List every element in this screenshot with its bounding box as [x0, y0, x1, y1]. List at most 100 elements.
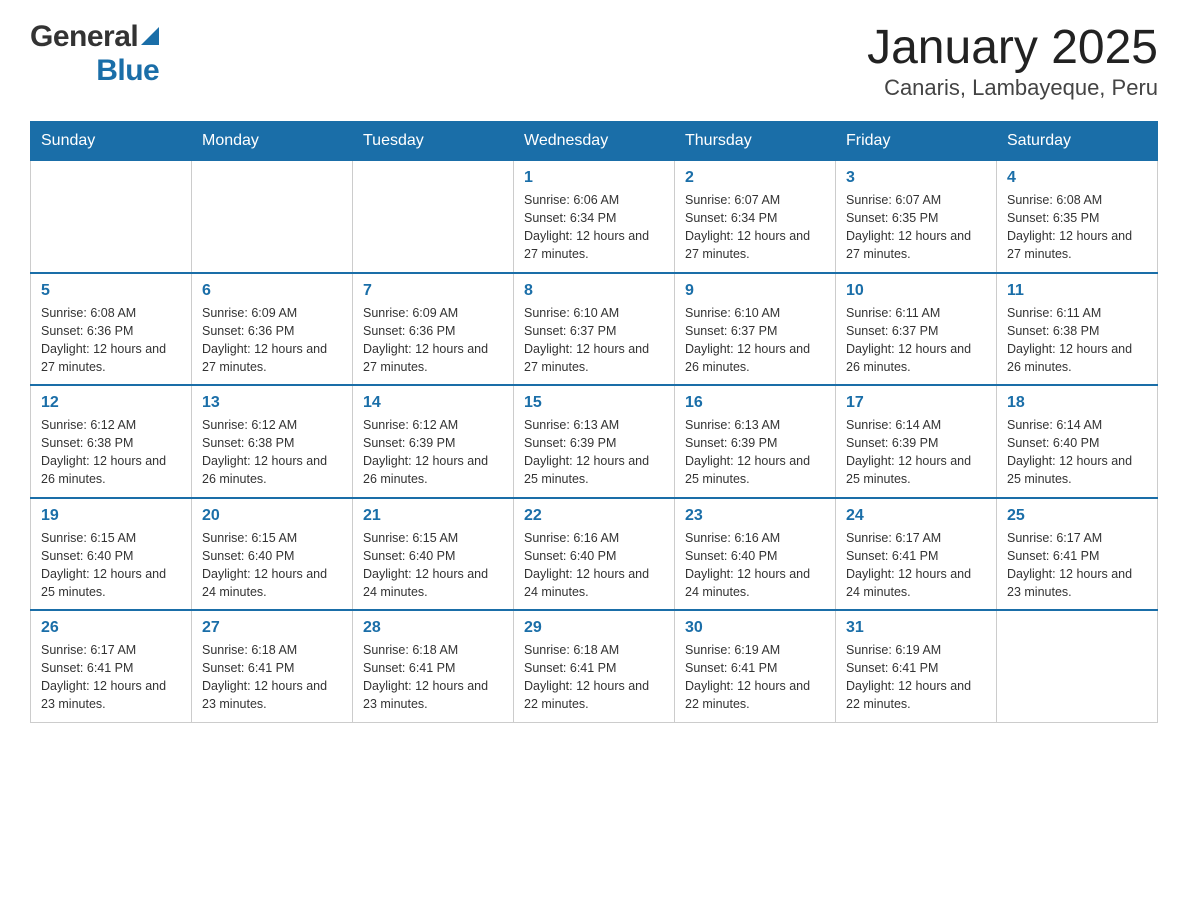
calendar-day-12: 12 Sunrise: 6:12 AM Sunset: 6:38 PM Dayli… — [31, 385, 192, 498]
day-info: Sunrise: 6:12 AM Sunset: 6:39 PM Dayligh… — [363, 416, 503, 489]
calendar-empty-cell — [192, 161, 353, 273]
day-number: 14 — [363, 394, 503, 412]
logo: General Blue — [30, 20, 159, 88]
day-number: 15 — [524, 394, 664, 412]
calendar-day-18: 18Sunrise: 6:14 AM Sunset: 6:40 PM Dayli… — [997, 385, 1158, 498]
calendar-table: SundayMondayTuesdayWednesdayThursdayFrid… — [30, 121, 1158, 723]
title-block: January 2025 Canaris, Lambayeque, Peru — [867, 20, 1158, 101]
logo-general-text: General — [30, 20, 138, 54]
day-number: 24 — [846, 507, 986, 525]
day-number: 25 — [1007, 507, 1147, 525]
day-number: 11 — [1007, 282, 1147, 300]
calendar-day-26: 26 Sunrise: 6:17 AM Sunset: 6:41 PM Dayli… — [31, 610, 192, 722]
day-info: Sunrise: 6:12 AM Sunset: 6:38 PM Dayligh… — [41, 416, 181, 489]
day-info: Sunrise: 6:18 AM Sunset: 6:41 PM Dayligh… — [202, 641, 342, 714]
day-header-thursday: Thursday — [675, 122, 836, 161]
calendar-day-25: 25 Sunrise: 6:17 AM Sunset: 6:41 PM Dayli… — [997, 498, 1158, 611]
day-number: 29 — [524, 619, 664, 637]
day-info: Sunrise: 6:07 AM Sunset: 6:34 PM Dayligh… — [685, 191, 825, 264]
day-number: 21 — [363, 507, 503, 525]
day-info: Sunrise: 6:11 AM Sunset: 6:38 PM Dayligh… — [1007, 304, 1147, 377]
day-info: Sunrise: 6:06 AM Sunset: 6:34 PM Dayligh… — [524, 191, 664, 264]
calendar-week-1: 1 Sunrise: 6:06 AM Sunset: 6:34 PM Daylig… — [31, 161, 1158, 273]
calendar-day-15: 15 Sunrise: 6:13 AM Sunset: 6:39 PM Dayli… — [514, 385, 675, 498]
calendar-day-2: 2 Sunrise: 6:07 AM Sunset: 6:34 PM Daylig… — [675, 161, 836, 273]
day-number: 26 — [41, 619, 181, 637]
day-info: Sunrise: 6:19 AM Sunset: 6:41 PM Dayligh… — [685, 641, 825, 714]
calendar-week-2: 5 Sunrise: 6:08 AM Sunset: 6:36 PM Daylig… — [31, 273, 1158, 386]
day-number: 5 — [41, 282, 181, 300]
day-header-tuesday: Tuesday — [353, 122, 514, 161]
day-info: Sunrise: 6:13 AM Sunset: 6:39 PM Dayligh… — [524, 416, 664, 489]
day-info: Sunrise: 6:09 AM Sunset: 6:36 PM Dayligh… — [202, 304, 342, 377]
day-number: 20 — [202, 507, 342, 525]
calendar-week-3: 12 Sunrise: 6:12 AM Sunset: 6:38 PM Dayli… — [31, 385, 1158, 498]
day-info: Sunrise: 6:07 AM Sunset: 6:35 PM Dayligh… — [846, 191, 986, 264]
day-info: Sunrise: 6:09 AM Sunset: 6:36 PM Dayligh… — [363, 304, 503, 377]
day-info: Sunrise: 6:10 AM Sunset: 6:37 PM Dayligh… — [685, 304, 825, 377]
calendar-day-28: 28Sunrise: 6:18 AM Sunset: 6:41 PM Dayli… — [353, 610, 514, 722]
calendar-day-6: 6 Sunrise: 6:09 AM Sunset: 6:36 PM Daylig… — [192, 273, 353, 386]
day-number: 27 — [202, 619, 342, 637]
calendar-day-8: 8 Sunrise: 6:10 AM Sunset: 6:37 PM Daylig… — [514, 273, 675, 386]
day-info: Sunrise: 6:18 AM Sunset: 6:41 PM Dayligh… — [363, 641, 503, 714]
day-number: 12 — [41, 394, 181, 412]
day-number: 2 — [685, 169, 825, 187]
day-info: Sunrise: 6:12 AM Sunset: 6:38 PM Dayligh… — [202, 416, 342, 489]
calendar-day-14: 14 Sunrise: 6:12 AM Sunset: 6:39 PM Dayli… — [353, 385, 514, 498]
calendar-empty-cell — [353, 161, 514, 273]
day-info: Sunrise: 6:16 AM Sunset: 6:40 PM Dayligh… — [524, 529, 664, 602]
day-number: 13 — [202, 394, 342, 412]
day-header-sunday: Sunday — [31, 122, 192, 161]
day-info: Sunrise: 6:19 AM Sunset: 6:41 PM Dayligh… — [846, 641, 986, 714]
day-info: Sunrise: 6:15 AM Sunset: 6:40 PM Dayligh… — [41, 529, 181, 602]
calendar-empty-cell — [997, 610, 1158, 722]
page-header: General Blue January 2025 Canaris, Lamba… — [30, 20, 1158, 101]
calendar-day-27: 27 Sunrise: 6:18 AM Sunset: 6:41 PM Dayli… — [192, 610, 353, 722]
calendar-day-1: 1 Sunrise: 6:06 AM Sunset: 6:34 PM Daylig… — [514, 161, 675, 273]
calendar-day-11: 11 Sunrise: 6:11 AM Sunset: 6:38 PM Dayli… — [997, 273, 1158, 386]
logo-blue-text: Blue — [96, 54, 159, 88]
calendar-day-4: 4 Sunrise: 6:08 AM Sunset: 6:35 PM Daylig… — [997, 161, 1158, 273]
calendar-day-17: 17 Sunrise: 6:14 AM Sunset: 6:39 PM Dayli… — [836, 385, 997, 498]
day-header-wednesday: Wednesday — [514, 122, 675, 161]
day-number: 8 — [524, 282, 664, 300]
day-info: Sunrise: 6:14 AM Sunset: 6:39 PM Dayligh… — [846, 416, 986, 489]
day-number: 31 — [846, 619, 986, 637]
day-number: 30 — [685, 619, 825, 637]
page-subtitle: Canaris, Lambayeque, Peru — [867, 75, 1158, 101]
day-info: Sunrise: 6:17 AM Sunset: 6:41 PM Dayligh… — [1007, 529, 1147, 602]
calendar-day-23: 23Sunrise: 6:16 AM Sunset: 6:40 PM Dayli… — [675, 498, 836, 611]
day-info: Sunrise: 6:10 AM Sunset: 6:37 PM Dayligh… — [524, 304, 664, 377]
day-number: 18 — [1007, 394, 1147, 412]
calendar-header-row: SundayMondayTuesdayWednesdayThursdayFrid… — [31, 122, 1158, 161]
calendar-day-3: 3 Sunrise: 6:07 AM Sunset: 6:35 PM Daylig… — [836, 161, 997, 273]
day-info: Sunrise: 6:15 AM Sunset: 6:40 PM Dayligh… — [363, 529, 503, 602]
day-info: Sunrise: 6:17 AM Sunset: 6:41 PM Dayligh… — [846, 529, 986, 602]
logo-triangle-icon — [141, 27, 159, 45]
day-number: 3 — [846, 169, 986, 187]
calendar-day-21: 21 Sunrise: 6:15 AM Sunset: 6:40 PM Dayli… — [353, 498, 514, 611]
calendar-day-30: 30 Sunrise: 6:19 AM Sunset: 6:41 PM Dayli… — [675, 610, 836, 722]
day-header-saturday: Saturday — [997, 122, 1158, 161]
day-number: 9 — [685, 282, 825, 300]
day-info: Sunrise: 6:17 AM Sunset: 6:41 PM Dayligh… — [41, 641, 181, 714]
calendar-day-10: 10Sunrise: 6:11 AM Sunset: 6:37 PM Dayli… — [836, 273, 997, 386]
day-number: 23 — [685, 507, 825, 525]
day-info: Sunrise: 6:08 AM Sunset: 6:36 PM Dayligh… — [41, 304, 181, 377]
calendar-day-31: 31 Sunrise: 6:19 AM Sunset: 6:41 PM Dayli… — [836, 610, 997, 722]
day-number: 16 — [685, 394, 825, 412]
calendar-day-7: 7Sunrise: 6:09 AM Sunset: 6:36 PM Daylig… — [353, 273, 514, 386]
day-number: 6 — [202, 282, 342, 300]
day-number: 17 — [846, 394, 986, 412]
calendar-day-5: 5 Sunrise: 6:08 AM Sunset: 6:36 PM Daylig… — [31, 273, 192, 386]
day-info: Sunrise: 6:08 AM Sunset: 6:35 PM Dayligh… — [1007, 191, 1147, 264]
calendar-day-19: 19Sunrise: 6:15 AM Sunset: 6:40 PM Dayli… — [31, 498, 192, 611]
calendar-week-4: 19Sunrise: 6:15 AM Sunset: 6:40 PM Dayli… — [31, 498, 1158, 611]
day-info: Sunrise: 6:18 AM Sunset: 6:41 PM Dayligh… — [524, 641, 664, 714]
day-header-friday: Friday — [836, 122, 997, 161]
calendar-day-13: 13 Sunrise: 6:12 AM Sunset: 6:38 PM Dayli… — [192, 385, 353, 498]
day-number: 1 — [524, 169, 664, 187]
calendar-day-29: 29 Sunrise: 6:18 AM Sunset: 6:41 PM Dayli… — [514, 610, 675, 722]
day-number: 4 — [1007, 169, 1147, 187]
